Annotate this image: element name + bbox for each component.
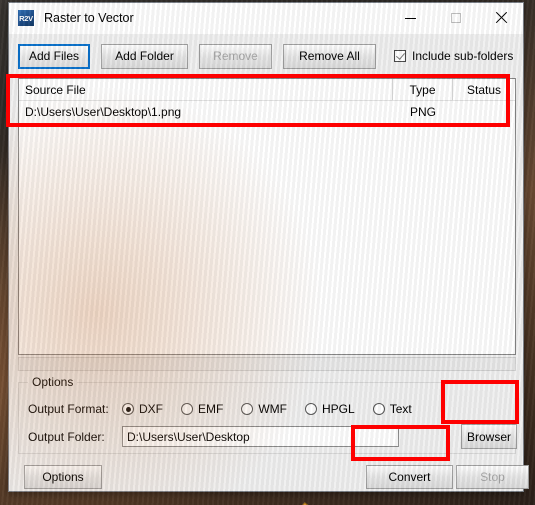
radio-label-emf: EMF [198,402,224,416]
column-header-source-file[interactable]: Source File [19,79,393,100]
cell-status [453,101,515,122]
status-strip [18,357,516,371]
output-folder-input[interactable]: D:\Users\User\Desktop [122,426,399,447]
radio-wmf[interactable]: WMF [241,402,287,416]
radio-text[interactable]: Text [372,402,412,416]
radio-icon-wmf [241,403,254,415]
table-row[interactable]: D:\Users\User\Desktop\1.png PNG [19,101,515,122]
close-button[interactable] [478,3,523,33]
bottom-link-bar: http://www.raster-vector.com Buy Now Reg… [9,500,523,505]
close-icon [495,12,507,24]
options-button[interactable]: Options [24,465,102,489]
maximize-icon [450,13,461,23]
file-toolbar: Add Files Add Folder Remove Remove All I… [18,43,516,69]
radio-label-dxf: DXF [139,402,163,416]
remove-button[interactable]: Remove [199,43,272,69]
output-format-row: Output Format: DXF EMF WMF HPGL Text [28,402,430,416]
radio-icon-emf [181,403,193,415]
options-group-label: Options [28,375,78,389]
radio-icon-text [372,403,385,415]
output-folder-label: Output Folder: [28,429,105,444]
include-subfolders-checkbox[interactable]: Include sub-folders [394,49,513,63]
cell-type: PNG [409,104,436,119]
application-window: R2V Raster to Vector Add Files Add Folde… [8,2,529,492]
radio-hpgl[interactable]: HPGL [305,402,355,416]
file-list[interactable]: Source File Type Status D:\Users\User\De… [18,78,516,355]
radio-icon-dxf [122,403,134,415]
browser-button[interactable]: Browser [461,424,517,449]
output-format-label: Output Format: [28,402,109,416]
radio-label-wmf: WMF [258,402,287,416]
minimize-button[interactable] [388,3,433,33]
cell-source-file: D:\Users\User\Desktop\1.png [25,104,182,119]
radio-icon-hpgl [305,403,317,415]
output-folder-row: Output Folder: D:\Users\User\Desktop [28,426,399,447]
window-title: Raster to Vector [44,11,134,25]
radio-dxf[interactable]: DXF [122,402,163,416]
stop-button[interactable]: Stop [456,465,529,489]
add-files-button[interactable]: Add Files [18,43,90,69]
include-subfolders-label: Include sub-folders [412,49,514,63]
checkbox-icon [394,50,406,62]
client-area: Add Files Add Folder Remove Remove All I… [9,34,529,491]
remove-all-button[interactable]: Remove All [283,43,376,69]
window-controls [388,3,523,33]
title-bar: R2V Raster to Vector [9,3,523,34]
desktop-background: R2V Raster to Vector Add Files Add Folde… [0,0,535,505]
column-header-status[interactable]: Status [453,79,515,100]
add-folder-button[interactable]: Add Folder [101,43,188,69]
file-list-header: Source File Type Status [19,79,515,101]
convert-button[interactable]: Convert [366,465,453,489]
radio-emf[interactable]: EMF [181,402,223,416]
radio-label-hpgl: HPGL [322,402,355,416]
radio-label-text: Text [389,402,412,416]
column-header-type[interactable]: Type [393,79,453,100]
maximize-button[interactable] [433,3,478,33]
r2v-app-icon: R2V [18,10,34,26]
minimize-icon [405,17,416,19]
